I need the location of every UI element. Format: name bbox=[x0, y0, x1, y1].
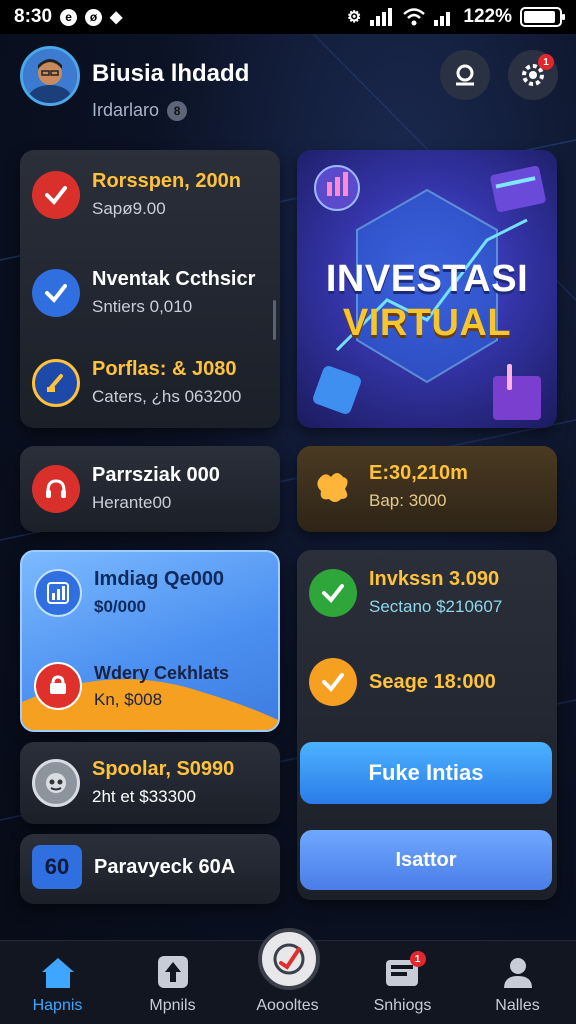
card-subtitle: Bap: 3000 bbox=[369, 491, 447, 510]
card-row: E:30,210m Bap: 3000 bbox=[309, 462, 468, 511]
notification-icon: e bbox=[60, 8, 78, 26]
check-icon bbox=[309, 568, 357, 617]
signal-icon-2 bbox=[434, 12, 451, 26]
banner-title-line2: VIRTUAL bbox=[342, 302, 512, 344]
item-subtitle: Caters, ¿hs 063200 bbox=[92, 387, 242, 406]
header: Biusia lhdadd Irdarlaro 8 1 bbox=[20, 44, 558, 134]
shield-icon: ◆ bbox=[110, 9, 123, 26]
list-item[interactable]: Invkssn 3.090 Sectano $210607 bbox=[309, 568, 502, 617]
parrsziak-card[interactable]: Parrsziak 000 Herante00 bbox=[20, 446, 280, 532]
info-badge: 8 bbox=[167, 100, 188, 121]
item-subtitle: Sapø9.00 bbox=[92, 199, 166, 218]
nav-label: Snhiogs bbox=[373, 997, 432, 1014]
center-action-button[interactable] bbox=[258, 928, 320, 990]
battery-icon bbox=[520, 7, 565, 27]
nav-inbox[interactable]: 1 Snhiogs bbox=[345, 941, 460, 1024]
item-title: Nventak Ccthsicr bbox=[92, 268, 256, 290]
check-heart-icon bbox=[32, 170, 80, 219]
clock: 8:30 bbox=[14, 6, 53, 27]
app-icon: ø bbox=[85, 8, 103, 26]
user-subtitle-text: Irdarlaro bbox=[92, 100, 160, 120]
puzzle-icon bbox=[309, 463, 357, 511]
nav-home[interactable]: Hapnis bbox=[0, 941, 115, 1024]
alarm-icon: ⚙ bbox=[347, 9, 362, 26]
nav-label: Hapnis bbox=[32, 997, 83, 1014]
secondary-button[interactable]: Isattor bbox=[300, 830, 552, 890]
nav-label: Nalles bbox=[495, 997, 540, 1014]
brush-icon bbox=[32, 358, 80, 407]
list-item[interactable]: Imdiag Qe000 $0/000 bbox=[34, 568, 224, 617]
summary-card[interactable]: Rorsspen, 200n Sapø9.00 Nventak Ccthsicr… bbox=[20, 150, 280, 428]
item-subtitle: Sntiers 0,010 bbox=[92, 297, 193, 316]
investasi-banner[interactable]: INVESTASI VIRTUAL bbox=[297, 150, 557, 428]
list-item[interactable]: Porflas: & J080 Caters, ¿hs 063200 bbox=[32, 358, 241, 407]
upload-icon bbox=[156, 953, 190, 991]
settings-badge: 1 bbox=[538, 54, 554, 70]
signal-icon bbox=[370, 8, 393, 26]
badge-icon: 60 bbox=[32, 845, 82, 889]
mask-icon bbox=[32, 758, 80, 807]
item-title: Porflas: & J080 bbox=[92, 358, 237, 380]
card-row: Spoolar, S0990 2ht et $33300 bbox=[32, 758, 234, 807]
home-icon bbox=[38, 953, 78, 991]
wifi-icon bbox=[403, 8, 426, 26]
item-title: Wdery Cekhlats bbox=[94, 662, 230, 683]
bag-icon bbox=[34, 662, 82, 710]
card-title: Paravyeck 60A bbox=[94, 855, 236, 878]
inbox-icon: 1 bbox=[384, 951, 426, 991]
check-icon bbox=[32, 268, 80, 317]
item-title: Seage 18:000 bbox=[369, 670, 496, 693]
card-row: 60 Paravyeck 60A bbox=[32, 845, 235, 889]
card-title: Spoolar, S0990 bbox=[92, 758, 235, 780]
inbox-badge: 1 bbox=[409, 951, 426, 967]
list-item[interactable]: Seage 18:000 bbox=[309, 658, 496, 706]
badge-text: 60 bbox=[44, 854, 70, 879]
list-item[interactable]: Nventak Ccthsicr Sntiers 0,010 bbox=[32, 268, 255, 317]
status-bar: 8:30 e ø ◆ ⚙ 122% bbox=[0, 0, 576, 34]
parayecl-card[interactable]: 60 Paravyeck 60A bbox=[20, 834, 280, 904]
settings-button[interactable]: 1 bbox=[508, 50, 558, 100]
card-row: Parrsziak 000 Herante00 bbox=[32, 464, 220, 513]
nav-label: Aoooltes bbox=[256, 997, 319, 1014]
item-subtitle: Kn, $008 bbox=[94, 689, 163, 709]
blue-card[interactable]: Imdiag Qe000 $0/000 Wdery Cekhlats Kn, $… bbox=[20, 550, 280, 732]
battery-percent: 122% bbox=[463, 6, 512, 27]
item-title: Imdiag Qe000 bbox=[94, 568, 225, 590]
list-item[interactable]: Rorsspen, 200n Sapø9.00 bbox=[32, 170, 241, 219]
item-subtitle: Sectano $210607 bbox=[369, 597, 503, 616]
check-icon bbox=[309, 658, 357, 706]
primary-button[interactable]: Fuke Intias bbox=[300, 742, 552, 804]
gold-card[interactable]: E:30,210m Bap: 3000 bbox=[297, 446, 557, 532]
spoolar-card[interactable]: Spoolar, S0990 2ht et $33300 bbox=[20, 742, 280, 824]
card-subtitle: Herante00 bbox=[92, 493, 172, 512]
chart-icon bbox=[34, 568, 82, 617]
item-title: Invkssn 3.090 bbox=[369, 568, 500, 590]
nav-label: Mpnils bbox=[149, 997, 196, 1014]
pen-icon bbox=[273, 943, 305, 975]
card-title: E:30,210m bbox=[369, 462, 468, 484]
list-item[interactable]: Wdery Cekhlats Kn, $008 bbox=[34, 662, 229, 710]
search-button[interactable] bbox=[440, 50, 490, 100]
item-subtitle: $0/000 bbox=[94, 597, 146, 616]
item-title: Rorsspen, 200n bbox=[92, 170, 241, 192]
nav-uploads[interactable]: Mpnils bbox=[115, 941, 230, 1024]
headset-icon bbox=[32, 464, 80, 513]
card-subtitle: 2ht et $33300 bbox=[92, 787, 196, 806]
user-subtitle: Irdarlaro 8 bbox=[92, 100, 188, 121]
banner-title-line1: INVESTASI bbox=[325, 258, 529, 300]
nav-profile[interactable]: Nalles bbox=[460, 941, 575, 1024]
scroll-indicator[interactable] bbox=[273, 300, 276, 340]
avatar[interactable] bbox=[20, 46, 80, 106]
search-icon bbox=[456, 64, 474, 86]
user-name: Biusia lhdadd bbox=[92, 60, 250, 87]
card-title: Parrsziak 000 bbox=[92, 464, 220, 486]
profile-icon bbox=[500, 953, 536, 991]
